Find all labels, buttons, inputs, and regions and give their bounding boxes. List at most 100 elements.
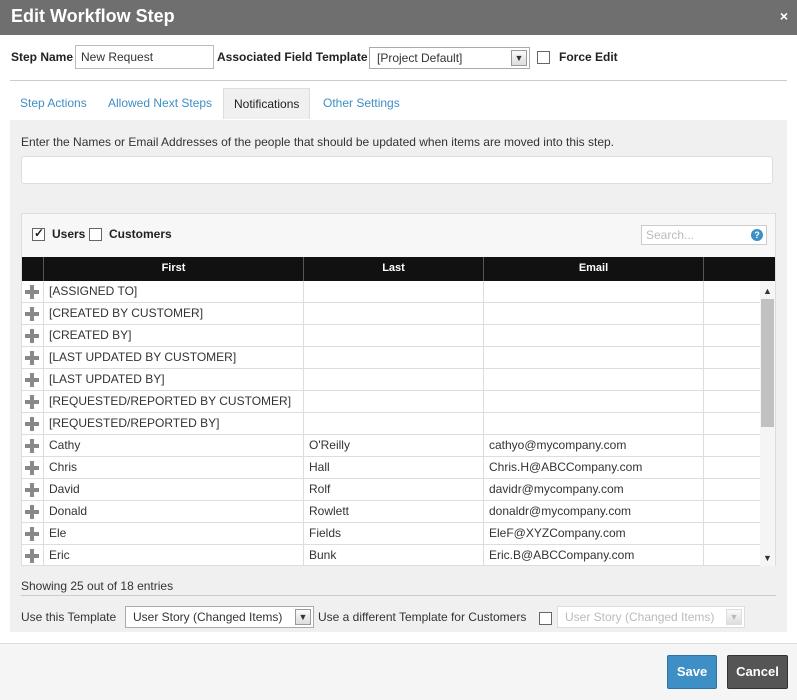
add-icon[interactable] [24,526,40,542]
add-icon[interactable] [24,548,40,564]
step-settings-row: Step Name New Request Associated Field T… [0,35,797,80]
cell-email [483,347,703,369]
add-icon[interactable] [24,460,40,476]
cell-first: [CREATED BY CUSTOMER] [43,303,303,325]
email-template-select[interactable]: User Story (Changed Items) ▼ [125,606,314,628]
customers-checkbox-label: Customers [109,227,172,241]
tab-allowed-next-steps[interactable]: Allowed Next Steps [98,88,222,119]
save-button[interactable]: Save [667,655,717,689]
cell-spacer [703,281,760,303]
tab-step-actions[interactable]: Step Actions [10,88,97,119]
cell-first: David [43,479,303,501]
cell-first: Donald [43,501,303,523]
entries-count: Showing 25 out of 18 entries [21,579,174,593]
tab-bar: Step Actions Allowed Next Steps Notifica… [10,88,787,120]
chevron-down-icon: ▼ [726,609,742,625]
force-edit-checkbox[interactable] [537,51,550,64]
add-icon[interactable] [24,438,40,454]
chevron-down-icon: ▼ [511,50,527,66]
different-template-checkbox[interactable] [539,612,552,625]
table-row: Cathy O'Reilly cathyo@mycompany.com [22,435,760,457]
add-icon[interactable] [24,350,40,366]
cell-last [303,347,483,369]
add-icon[interactable] [24,504,40,520]
divider [10,80,787,81]
scroll-down-icon[interactable]: ▼ [760,550,775,566]
tab-notifications[interactable]: Notifications [223,88,311,119]
table-row: [CREATED BY] [22,325,760,347]
column-header-first[interactable]: First [43,257,303,281]
column-header-email[interactable]: Email [483,257,703,281]
cell-last: Rolf [303,479,483,501]
customers-checkbox[interactable] [89,228,102,241]
table-row: Ele Fields EleF@XYZCompany.com [22,523,760,545]
customer-template-select[interactable]: User Story (Changed Items) ▼ [557,606,745,628]
cell-first: [CREATED BY] [43,325,303,347]
cell-email: Chris.H@ABCCompany.com [483,457,703,479]
cell-email: cathyo@mycompany.com [483,435,703,457]
different-template-label: Use a different Template for Customers [318,610,527,624]
table-scrollbar[interactable]: ▲ ▼ [760,281,775,566]
users-checkbox[interactable] [32,226,45,241]
table-row: [REQUESTED/REPORTED BY CUSTOMER] [22,391,760,413]
add-icon[interactable] [24,328,40,344]
cell-last: Bunk [303,545,483,566]
column-header-spacer [703,257,775,281]
scroll-up-icon[interactable]: ▲ [760,283,775,299]
notify-recipients-input[interactable] [21,156,773,184]
cell-last [303,413,483,435]
search-placeholder: Search... [646,228,695,242]
cell-first: [REQUESTED/REPORTED BY] [43,413,303,435]
table-row: [LAST UPDATED BY CUSTOMER] [22,347,760,369]
add-icon[interactable] [24,394,40,410]
add-icon[interactable] [24,482,40,498]
table-row: Donald Rowlett donaldr@mycompany.com [22,501,760,523]
cell-first: Cathy [43,435,303,457]
user-filter-row: Users Customers Search... ? [22,214,775,258]
cell-last: Fields [303,523,483,545]
field-template-value: [Project Default] [377,51,463,65]
cell-last [303,281,483,303]
add-icon[interactable] [24,284,40,300]
cell-email [483,369,703,391]
column-header-last[interactable]: Last [303,257,483,281]
help-icon[interactable]: ? [751,229,763,241]
tab-other-settings[interactable]: Other Settings [313,88,410,119]
cell-first: [ASSIGNED TO] [43,281,303,303]
cell-last [303,369,483,391]
user-search-input[interactable]: Search... ? [641,225,767,245]
cell-email [483,391,703,413]
add-icon[interactable] [24,306,40,322]
use-template-label: Use this Template [21,610,117,624]
cell-spacer [703,523,760,545]
step-name-input[interactable]: New Request [75,45,214,69]
cell-spacer [703,501,760,523]
cell-email [483,325,703,347]
cell-last [303,325,483,347]
cell-last: Rowlett [303,501,483,523]
cell-spacer [703,413,760,435]
table-body: [ASSIGNED TO] [CREATED BY CUSTOMER] [CRE… [22,281,760,566]
cell-first: [LAST UPDATED BY] [43,369,303,391]
table-header: First Last Email [22,257,775,281]
scroll-thumb[interactable] [761,299,774,427]
cell-spacer [703,435,760,457]
add-icon[interactable] [24,416,40,432]
close-icon[interactable]: × [780,8,788,24]
cell-last: Hall [303,457,483,479]
add-icon[interactable] [24,372,40,388]
cell-email: donaldr@mycompany.com [483,501,703,523]
cell-first: Chris [43,457,303,479]
step-name-label: Step Name [11,50,74,64]
users-checkbox-label: Users [52,227,86,241]
table-row: [CREATED BY CUSTOMER] [22,303,760,325]
cell-email: EleF@XYZCompany.com [483,523,703,545]
cell-spacer [703,325,760,347]
force-edit-label: Force Edit [559,50,618,64]
field-template-select[interactable]: [Project Default] ▼ [369,47,530,69]
chevron-down-icon: ▼ [295,609,311,625]
cell-spacer [703,545,760,566]
cell-last [303,391,483,413]
cell-first: Ele [43,523,303,545]
cancel-button[interactable]: Cancel [727,655,788,689]
